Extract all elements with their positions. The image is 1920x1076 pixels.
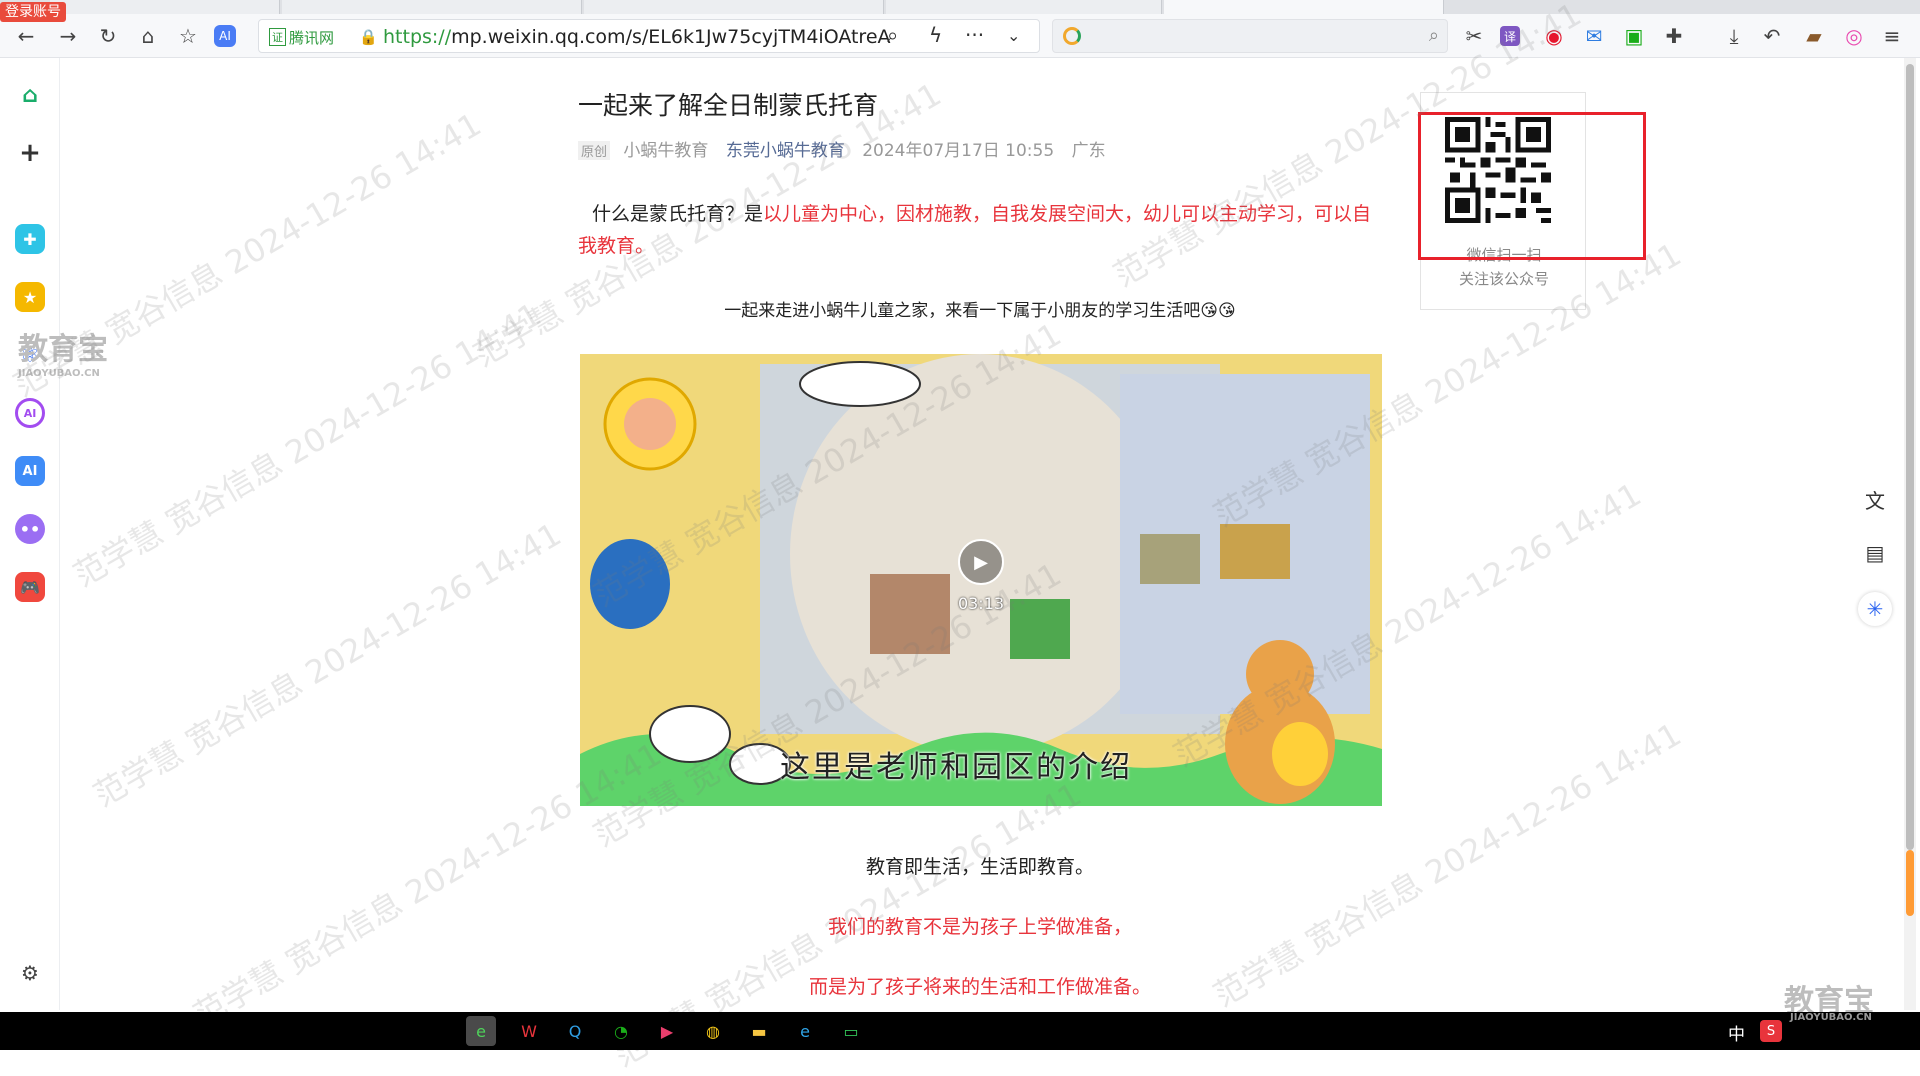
wps-icon[interactable]: W bbox=[514, 1016, 544, 1046]
scrollbar-progress bbox=[1906, 850, 1914, 916]
address-bar[interactable]: 证 腾讯网 🔒 https://mp.weixin.qq.com/s/EL6k1… bbox=[258, 19, 1040, 53]
network-icon[interactable]: ✳ bbox=[1858, 592, 1892, 626]
bot-icon[interactable]: •• bbox=[15, 514, 45, 544]
weibo-icon[interactable]: ◉ bbox=[1540, 22, 1568, 50]
certificate-badge[interactable]: 证 腾讯网 bbox=[269, 26, 334, 48]
search-app-icon[interactable]: Q bbox=[560, 1016, 590, 1046]
media-icon[interactable]: ▶ bbox=[652, 1016, 682, 1046]
intro-paragraph: 什么是蒙氏托育？是以儿童为中心，因材施教，自我发展空间大，幼儿可以主动学习，可以… bbox=[578, 198, 1382, 262]
add-icon[interactable]: + bbox=[15, 138, 45, 168]
undo-icon[interactable]: ↶ bbox=[1758, 22, 1786, 50]
watermark-text: 范学慧 宽谷信息 2024-12-26 14:41 bbox=[87, 515, 568, 815]
cert-icon: 证 bbox=[269, 28, 286, 46]
translate-icon[interactable]: 译 bbox=[1500, 26, 1520, 46]
logo-subtext: JIAOYUBAO.CN bbox=[18, 368, 100, 379]
watermark-text: 范学慧 宽谷信息 2024-12-26 14:41 bbox=[67, 295, 548, 595]
tab-active[interactable] bbox=[1164, 0, 1444, 14]
mail-icon[interactable]: ✉ bbox=[1580, 22, 1608, 50]
chevron-down-icon[interactable]: ⌄ bbox=[1007, 26, 1020, 45]
search-engine-icon[interactable] bbox=[1063, 27, 1081, 45]
url-text[interactable]: https://mp.weixin.qq.com/s/EL6k1Jw75cyjT… bbox=[383, 26, 891, 48]
video-subtitle: 这里是老师和园区的介绍 bbox=[780, 750, 1132, 785]
back-icon[interactable]: ← bbox=[12, 22, 40, 50]
favorites-icon[interactable]: ☆ bbox=[174, 22, 202, 50]
left-sidebar: ⌂ + ✚ ★ ⚛ AI AI •• 🎮 ⚙ bbox=[0, 58, 60, 1010]
article: 一起来了解全日制蒙氏托育 原创 小蜗牛教育 东莞小蜗牛教育 2024年07月17… bbox=[578, 58, 1382, 1010]
tab[interactable] bbox=[282, 0, 582, 14]
tab[interactable] bbox=[50, 0, 280, 14]
video-duration: 03:13 bbox=[957, 594, 1005, 613]
briefcase-icon[interactable]: ▰ bbox=[1800, 22, 1828, 50]
book-icon[interactable]: ▣ bbox=[1620, 22, 1648, 50]
cert-label: 腾讯网 bbox=[289, 28, 335, 47]
annotation-highlight-box bbox=[1418, 112, 1646, 260]
url-path: mp.weixin.qq.com/s/EL6k1Jw75cyjTM4iOAtre… bbox=[451, 26, 891, 48]
tab[interactable] bbox=[584, 0, 884, 14]
lightning-icon[interactable]: ϟ bbox=[929, 23, 942, 47]
ai-chat-icon[interactable]: AI bbox=[15, 398, 45, 428]
forward-icon[interactable]: → bbox=[54, 22, 82, 50]
more-icon[interactable]: ··· bbox=[965, 23, 984, 47]
publish-location: 广东 bbox=[1071, 141, 1106, 161]
search-icon[interactable]: ⌕ bbox=[1429, 25, 1439, 46]
motto-line: 教育即生活，生活即教育。 bbox=[865, 856, 1094, 878]
publish-time: 2024年07月17日 10:55 bbox=[862, 141, 1055, 161]
game-icon[interactable]: 🎮 bbox=[15, 572, 45, 602]
taskbar: e W Q ◔ ▶ ◍ ▬ e ▭ 中 S bbox=[0, 1012, 1920, 1050]
home-icon[interactable]: ⌂ bbox=[134, 22, 162, 50]
sogou-icon[interactable]: S bbox=[1760, 1020, 1782, 1042]
cut-icon[interactable]: ✂ bbox=[1460, 22, 1488, 50]
qr-caption-follow: 关注该公众号 bbox=[1458, 270, 1549, 288]
lock-icon: 🔒 bbox=[359, 28, 378, 46]
red-line-2: 而是为了孩子将来的生活和工作做准备。 bbox=[808, 976, 1151, 998]
chrome-icon[interactable]: ◍ bbox=[698, 1016, 728, 1046]
video-player[interactable]: ▶ 03:13 这里是老师和园区的介绍 bbox=[580, 354, 1382, 806]
red-line-1: 我们的教育不是为孩子上学做准备， bbox=[827, 916, 1132, 938]
browser-logo-icon[interactable]: ◎ bbox=[1840, 22, 1868, 50]
scrollbar-thumb[interactable] bbox=[1906, 64, 1914, 850]
tab-strip bbox=[0, 0, 1920, 14]
reload-icon[interactable]: ↻ bbox=[94, 22, 122, 50]
edge-icon[interactable]: e bbox=[790, 1016, 820, 1046]
folder-icon[interactable]: ▬ bbox=[744, 1016, 774, 1046]
ai-icon[interactable]: AI bbox=[214, 25, 236, 47]
logo-subtext: JIAOYUBAO.CN bbox=[1790, 1012, 1872, 1023]
zoom-icon[interactable]: ⌕ bbox=[887, 23, 898, 47]
download-icon[interactable]: ⤓ bbox=[1720, 22, 1748, 50]
invite-line: 一起来走进小蜗牛儿童之家，来看一下属于小朋友的学习生活吧😘😘 bbox=[724, 301, 1236, 321]
plus-app-icon[interactable]: ✚ bbox=[15, 224, 45, 254]
ai-icon[interactable]: AI bbox=[15, 456, 45, 486]
ie-icon[interactable]: e bbox=[466, 1016, 496, 1046]
terminal-icon[interactable]: ▭ bbox=[836, 1016, 866, 1046]
account-link[interactable]: 东莞小蜗牛教育 bbox=[726, 141, 845, 161]
login-badge[interactable]: 登录账号 bbox=[0, 2, 66, 22]
original-badge: 原创 bbox=[578, 141, 611, 160]
gear-icon[interactable]: ⚙ bbox=[15, 958, 45, 988]
article-author: 小蜗牛教育 bbox=[623, 141, 709, 161]
menu-icon[interactable]: ≡ bbox=[1878, 22, 1906, 50]
translate-icon[interactable]: 文 bbox=[1858, 482, 1892, 516]
article-title: 一起来了解全日制蒙氏托育 bbox=[578, 91, 879, 120]
extension-icon[interactable]: ✚ bbox=[1660, 22, 1688, 50]
wechat-icon[interactable]: ◔ bbox=[606, 1016, 636, 1046]
home-icon[interactable]: ⌂ bbox=[15, 80, 45, 110]
url-protocol: https:// bbox=[383, 26, 452, 48]
browser-toolbar: ← → ↻ ⌂ ☆ AI 证 腾讯网 🔒 https://mp.weixin.q… bbox=[0, 14, 1920, 58]
logo-text: 教育宝 bbox=[18, 332, 108, 367]
search-box[interactable]: ⌕ bbox=[1052, 19, 1448, 53]
play-icon[interactable]: ▶ bbox=[958, 539, 1004, 585]
ime-indicator[interactable]: 中 bbox=[1728, 1020, 1745, 1045]
tab[interactable] bbox=[886, 0, 1162, 14]
reader-icon[interactable]: ▤ bbox=[1858, 536, 1892, 570]
watermark-logo-left: 教育宝 JIAOYUBAO.CN bbox=[18, 324, 108, 379]
article-meta: 原创 小蜗牛教育 东莞小蜗牛教育 2024年07月17日 10:55 广东 bbox=[578, 136, 1106, 161]
intro-text: 什么是蒙氏托育？是 bbox=[592, 203, 764, 225]
star-icon[interactable]: ★ bbox=[15, 282, 45, 312]
